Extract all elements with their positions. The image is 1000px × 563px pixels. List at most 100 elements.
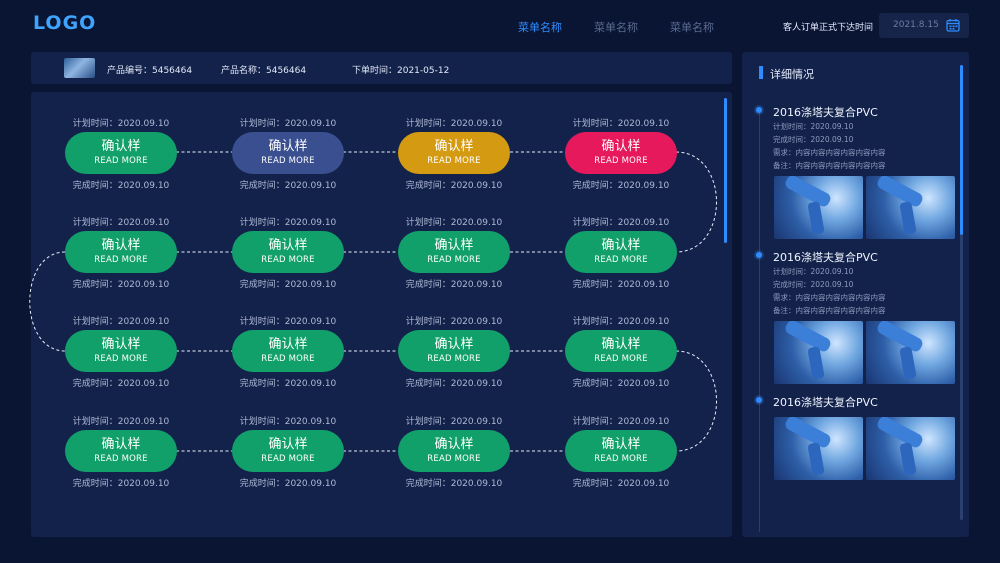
- plan-time: 计划时间：2020.09.10: [72, 218, 170, 228]
- flow-node: 计划时间：2020.09.10 确认样 READ MORE 完成时间：2020.0…: [232, 215, 344, 290]
- confirm-sample-button[interactable]: 确认样 READ MORE: [565, 330, 677, 372]
- read-more-link[interactable]: READ MORE: [427, 453, 480, 465]
- done-time: 完成时间：2020.09.10: [572, 280, 670, 290]
- confirm-sample-button[interactable]: 确认样 READ MORE: [232, 330, 344, 372]
- node-title: 确认样: [268, 139, 308, 154]
- detail-panel: 详细情况 2016涤塔夫复合PVC 计划时间：2020.09.10 完成时间：2…: [742, 52, 969, 537]
- read-more-link[interactable]: READ MORE: [427, 254, 480, 266]
- entry-image[interactable]: [866, 417, 955, 480]
- done-time: 完成时间：2020.09.10: [239, 181, 337, 191]
- flow-node: 计划时间：2020.09.10 确认样 READ MORE 完成时间：2020.0…: [565, 414, 677, 489]
- read-more-link[interactable]: READ MORE: [594, 453, 647, 465]
- plan-time: 计划时间：2020.09.10: [239, 119, 337, 129]
- confirm-sample-button[interactable]: 确认样 READ MORE: [65, 132, 177, 174]
- read-more-link[interactable]: READ MORE: [261, 155, 314, 167]
- entry-note: 备注：内容内容内容内容内容内容: [773, 161, 886, 170]
- entry-plan: 计划时间：2020.09.10: [773, 267, 854, 276]
- flow-node: 计划时间：2020.09.10 确认样 READ MORE 完成时间：2020.0…: [232, 116, 344, 191]
- flow-node: 计划时间：2020.09.10 确认样 READ MORE 完成时间：2020.0…: [565, 314, 677, 389]
- read-more-link[interactable]: READ MORE: [94, 155, 147, 167]
- entry-done: 完成时间：2020.09.10: [773, 135, 854, 144]
- entry-image[interactable]: [774, 417, 863, 480]
- read-more-link[interactable]: READ MORE: [594, 353, 647, 365]
- read-more-link[interactable]: READ MORE: [594, 155, 647, 167]
- entry-image[interactable]: [866, 321, 955, 384]
- flow-node: 计划时间：2020.09.10 确认样 READ MORE 完成时间：2020.0…: [65, 215, 177, 290]
- read-more-link[interactable]: READ MORE: [427, 353, 480, 365]
- confirm-sample-button[interactable]: 确认样 READ MORE: [232, 132, 344, 174]
- flow-node: 计划时间：2020.09.10 确认样 READ MORE 完成时间：2020.0…: [65, 314, 177, 389]
- read-more-link[interactable]: READ MORE: [261, 353, 314, 365]
- read-more-link[interactable]: READ MORE: [261, 453, 314, 465]
- node-title: 确认样: [268, 337, 308, 352]
- flow-node: 计划时间：2020.09.10 确认样 READ MORE 完成时间：2020.0…: [398, 314, 510, 389]
- read-more-link[interactable]: READ MORE: [427, 155, 480, 167]
- node-title: 确认样: [268, 437, 308, 452]
- entry-image[interactable]: [774, 176, 863, 239]
- node-title: 确认样: [434, 238, 474, 253]
- read-more-link[interactable]: READ MORE: [94, 353, 147, 365]
- confirm-sample-button[interactable]: 确认样 READ MORE: [232, 430, 344, 472]
- node-title: 确认样: [101, 337, 141, 352]
- entry-plan: 计划时间：2020.09.10: [773, 122, 854, 131]
- detail-title: 详细情况: [770, 68, 814, 81]
- confirm-sample-button[interactable]: 确认样 READ MORE: [398, 330, 510, 372]
- confirm-sample-button[interactable]: 确认样 READ MORE: [565, 430, 677, 472]
- flow-node: 计划时间：2020.09.10 确认样 READ MORE 完成时间：2020.0…: [398, 414, 510, 489]
- plan-time: 计划时间：2020.09.10: [405, 317, 503, 327]
- confirm-sample-button[interactable]: 确认样 READ MORE: [232, 231, 344, 273]
- detail-scrollbar[interactable]: [960, 65, 963, 235]
- flow-node: 计划时间：2020.09.10 确认样 READ MORE 完成时间：2020.0…: [65, 414, 177, 489]
- read-more-link[interactable]: READ MORE: [94, 453, 147, 465]
- entry-need: 需求：内容内容内容内容内容内容: [773, 293, 886, 302]
- entry-title: 2016涤塔夫复合PVC: [773, 396, 878, 409]
- flow-node: 计划时间：2020.09.10 确认样 READ MORE 完成时间：2020.0…: [65, 116, 177, 191]
- done-time: 完成时间：2020.09.10: [405, 379, 503, 389]
- confirm-sample-button[interactable]: 确认样 READ MORE: [398, 231, 510, 273]
- flow-node: 计划时间：2020.09.10 确认样 READ MORE 完成时间：2020.0…: [398, 116, 510, 191]
- read-more-link[interactable]: READ MORE: [94, 254, 147, 266]
- done-time: 完成时间：2020.09.10: [239, 379, 337, 389]
- confirm-sample-button[interactable]: 确认样 READ MORE: [65, 330, 177, 372]
- confirm-sample-button[interactable]: 确认样 READ MORE: [398, 430, 510, 472]
- plan-time: 计划时间：2020.09.10: [72, 317, 170, 327]
- done-time: 完成时间：2020.09.10: [572, 479, 670, 489]
- node-title: 确认样: [601, 139, 641, 154]
- done-time: 完成时间：2020.09.10: [72, 479, 170, 489]
- flow-node: 计划时间：2020.09.10 确认样 READ MORE 完成时间：2020.0…: [565, 215, 677, 290]
- flow-node: 计划时间：2020.09.10 确认样 READ MORE 完成时间：2020.0…: [565, 116, 677, 191]
- done-time: 完成时间：2020.09.10: [405, 280, 503, 290]
- plan-time: 计划时间：2020.09.10: [572, 218, 670, 228]
- done-time: 完成时间：2020.09.10: [572, 379, 670, 389]
- timeline-dot: [756, 397, 762, 403]
- entry-image[interactable]: [774, 321, 863, 384]
- flow-node: 计划时间：2020.09.10 确认样 READ MORE 完成时间：2020.0…: [232, 314, 344, 389]
- confirm-sample-button[interactable]: 确认样 READ MORE: [65, 231, 177, 273]
- entry-title: 2016涤塔夫复合PVC: [773, 106, 878, 119]
- node-title: 确认样: [101, 437, 141, 452]
- plan-time: 计划时间：2020.09.10: [239, 317, 337, 327]
- flow-node: 计划时间：2020.09.10 确认样 READ MORE 完成时间：2020.0…: [232, 414, 344, 489]
- read-more-link[interactable]: READ MORE: [594, 254, 647, 266]
- confirm-sample-button[interactable]: 确认样 READ MORE: [398, 132, 510, 174]
- node-title: 确认样: [601, 437, 641, 452]
- confirm-sample-button[interactable]: 确认样 READ MORE: [565, 132, 677, 174]
- done-time: 完成时间：2020.09.10: [572, 181, 670, 191]
- entry-image[interactable]: [866, 176, 955, 239]
- node-title: 确认样: [268, 238, 308, 253]
- node-title: 确认样: [601, 238, 641, 253]
- plan-time: 计划时间：2020.09.10: [239, 218, 337, 228]
- node-title: 确认样: [101, 139, 141, 154]
- node-title: 确认样: [434, 139, 474, 154]
- plan-time: 计划时间：2020.09.10: [405, 218, 503, 228]
- plan-time: 计划时间：2020.09.10: [572, 317, 670, 327]
- done-time: 完成时间：2020.09.10: [239, 280, 337, 290]
- entry-need: 需求：内容内容内容内容内容内容: [773, 148, 886, 157]
- flow-node: 计划时间：2020.09.10 确认样 READ MORE 完成时间：2020.0…: [398, 215, 510, 290]
- node-title: 确认样: [434, 337, 474, 352]
- confirm-sample-button[interactable]: 确认样 READ MORE: [65, 430, 177, 472]
- confirm-sample-button[interactable]: 确认样 READ MORE: [565, 231, 677, 273]
- done-time: 完成时间：2020.09.10: [405, 181, 503, 191]
- read-more-link[interactable]: READ MORE: [261, 254, 314, 266]
- node-title: 确认样: [601, 337, 641, 352]
